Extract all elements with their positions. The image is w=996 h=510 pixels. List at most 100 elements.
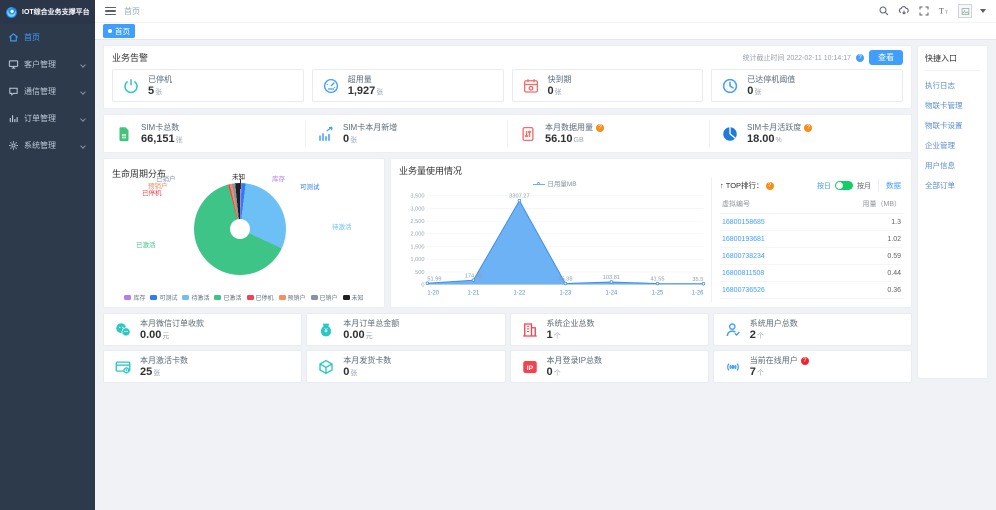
sim-stats-strip: SIM卡总数 66,151张 SIM卡本月新增 0张 本月数据用量? 56.10GB SIM… xyxy=(103,114,912,153)
alerts-panel: 业务告警 统计截止时间 2022-02-11 10:14:17 ? 查看 已停机… xyxy=(103,45,912,109)
virtual-number-link[interactable]: 16800811508 xyxy=(722,270,764,277)
quick-link-0[interactable]: 执行日志 xyxy=(925,80,980,91)
toggle-label-monthly[interactable]: 按月 xyxy=(857,181,871,191)
svg-text:1-24: 1-24 xyxy=(606,290,618,296)
help-icon[interactable]: ? xyxy=(804,123,813,132)
app-root: IOT综合业务支撑平台 首页 客户管理 通信管理 订单管理 系统管理 首页 TT 首页 xyxy=(0,0,996,510)
building-icon xyxy=(520,320,540,340)
top-rank-row: 16800736526 0.36 xyxy=(720,282,903,299)
svg-text:2,500: 2,500 xyxy=(410,219,424,225)
stat-card: SIM卡月活跃度? 18.00% xyxy=(709,120,911,147)
quick-entry-panel: 快捷入口 执行日志 物联卡管理 物联卡设置 企业管理 用户信息 全部订单 xyxy=(917,45,988,505)
stat-time: 统计截止时间 2022-02-11 10:14:17 xyxy=(742,54,851,62)
gauge-icon xyxy=(321,76,341,96)
power-icon xyxy=(121,76,141,96)
hamburger-icon[interactable] xyxy=(105,6,116,16)
legend-item[interactable]: 已激活 xyxy=(214,293,242,302)
sidebar-item-4[interactable]: 系统管理 xyxy=(0,132,95,159)
svg-text:2,000: 2,000 xyxy=(410,232,424,238)
help-icon[interactable]: ? xyxy=(765,181,774,190)
day-month-toggle[interactable] xyxy=(835,181,853,190)
help-icon[interactable]: ? xyxy=(800,356,809,365)
online-icon xyxy=(723,357,743,377)
stat-card: 超用量 1,927张 xyxy=(311,69,504,102)
money-bag-icon: ¥ xyxy=(316,320,336,340)
help-icon[interactable]: ? xyxy=(856,53,864,62)
avatar[interactable] xyxy=(958,4,972,18)
svg-text:3307.27: 3307.27 xyxy=(509,194,529,200)
quick-link-4[interactable]: 用户信息 xyxy=(925,160,980,171)
toggle-label-daily[interactable]: 按日 xyxy=(817,181,831,191)
stat-card: 已停机 5张 xyxy=(112,69,304,102)
quick-link-5[interactable]: 全部订单 xyxy=(925,180,980,191)
sidebar-item-2[interactable]: 通信管理 xyxy=(0,78,95,105)
help-icon[interactable]: ? xyxy=(596,123,604,132)
donut-label-2: 待激活 xyxy=(332,224,352,231)
svg-text:1,500: 1,500 xyxy=(410,244,424,250)
col-usage-mb: 用量（MB） xyxy=(862,201,902,208)
sidebar-item-1[interactable]: 客户管理 xyxy=(0,51,95,78)
svg-text:1-22: 1-22 xyxy=(514,290,526,296)
user-menu-caret-icon[interactable] xyxy=(980,9,986,13)
top-rank-row: 16800811508 0.44 xyxy=(720,265,903,282)
view-button[interactable]: 查看 xyxy=(869,50,903,65)
search-icon[interactable] xyxy=(878,5,890,17)
quick-link-1[interactable]: 物联卡管理 xyxy=(925,100,980,111)
donut-label-4: 已停机 xyxy=(142,190,162,197)
svg-text:T: T xyxy=(939,7,944,16)
stat-card: ¥ 本月订单总金额 0.00元 xyxy=(306,313,506,346)
data-usage-icon xyxy=(518,124,538,144)
legend-item[interactable]: 库存 xyxy=(124,293,145,302)
customer-icon xyxy=(8,59,19,70)
donut-label-7: 未知 xyxy=(232,174,245,181)
cloud-download-icon[interactable] xyxy=(898,5,910,17)
sim-icon xyxy=(114,124,134,144)
tag-active-dot xyxy=(108,29,112,33)
usage-chart-legend[interactable]: 日用量MB xyxy=(399,178,711,188)
order-icon xyxy=(8,113,19,124)
calendar-icon xyxy=(521,76,541,96)
stat-card: IP 本月登录IP总数 0个 xyxy=(509,350,709,383)
font-size-icon[interactable]: TT xyxy=(938,5,950,17)
lifecycle-donut-chart[interactable] xyxy=(194,183,286,275)
virtual-number-link[interactable]: 16800158685 xyxy=(722,219,765,226)
tab-home[interactable]: 首页 xyxy=(103,24,135,38)
virtual-number-link[interactable]: 16800736526 xyxy=(722,287,765,294)
app-logo: IOT综合业务支撑平台 xyxy=(0,0,95,24)
legend-item[interactable]: 待激活 xyxy=(182,293,209,302)
stat-card: 本月数据用量? 56.10GB xyxy=(507,120,709,147)
donut-label-0: 库存 xyxy=(272,176,285,183)
quick-link-2[interactable]: 物联卡设置 xyxy=(925,120,980,131)
quick-link-3[interactable]: 企业管理 xyxy=(925,140,980,151)
stat-card: 本月激活卡数 25张 xyxy=(103,350,303,383)
data-button[interactable]: 数据 xyxy=(878,179,903,192)
fullscreen-icon[interactable] xyxy=(918,5,930,17)
svg-text:51.99: 51.99 xyxy=(427,276,441,282)
svg-text:45.38: 45.38 xyxy=(558,277,572,283)
bottom-stats-grid: 本月微信订单收款 0.00元 ¥ 本月订单总金额 0.00元 系统企业总数 1个 系统用户总数… xyxy=(103,313,912,383)
svg-text:T: T xyxy=(945,10,948,15)
sidebar: IOT综合业务支撑平台 首页 客户管理 通信管理 订单管理 系统管理 xyxy=(0,0,95,510)
tag-label: 首页 xyxy=(115,26,130,36)
usage-area-chart[interactable]: 0 500 1,000 1,500 2,000 2,500 3,000 3,500 51.99 1… xyxy=(399,188,711,302)
svg-text:1-26: 1-26 xyxy=(692,290,704,296)
svg-text:3,000: 3,000 xyxy=(410,206,424,212)
sidebar-item-3[interactable]: 订单管理 xyxy=(0,105,95,132)
virtual-number-link[interactable]: 16800193681 xyxy=(722,236,765,243)
system-icon xyxy=(8,140,19,151)
stat-card: 已达停机阈值 0张 xyxy=(711,69,903,102)
comm-icon xyxy=(8,86,19,97)
legend-item[interactable]: 已销户 xyxy=(310,293,338,302)
legend-item[interactable]: 可测试 xyxy=(150,293,177,302)
legend-item[interactable]: 预销户 xyxy=(278,293,306,302)
sidebar-item-0[interactable]: 首页 xyxy=(0,24,95,51)
legend-item[interactable]: 已停机 xyxy=(246,293,274,302)
virtual-number-link[interactable]: 16800738234 xyxy=(722,253,765,260)
alerts-title: 业务告警 xyxy=(112,53,149,63)
legend-item[interactable]: 未知 xyxy=(342,293,364,302)
logo-swirl-icon xyxy=(6,6,17,18)
box-icon xyxy=(316,357,336,377)
stat-card: 系统企业总数 1个 xyxy=(509,313,709,346)
lifecycle-panel: 生命周期分布 未知 库存 可测试 待激活 已激活 已销户 预销户 已停机 库存 可测试 待激活 已激… xyxy=(103,158,385,308)
home-icon xyxy=(8,32,19,43)
